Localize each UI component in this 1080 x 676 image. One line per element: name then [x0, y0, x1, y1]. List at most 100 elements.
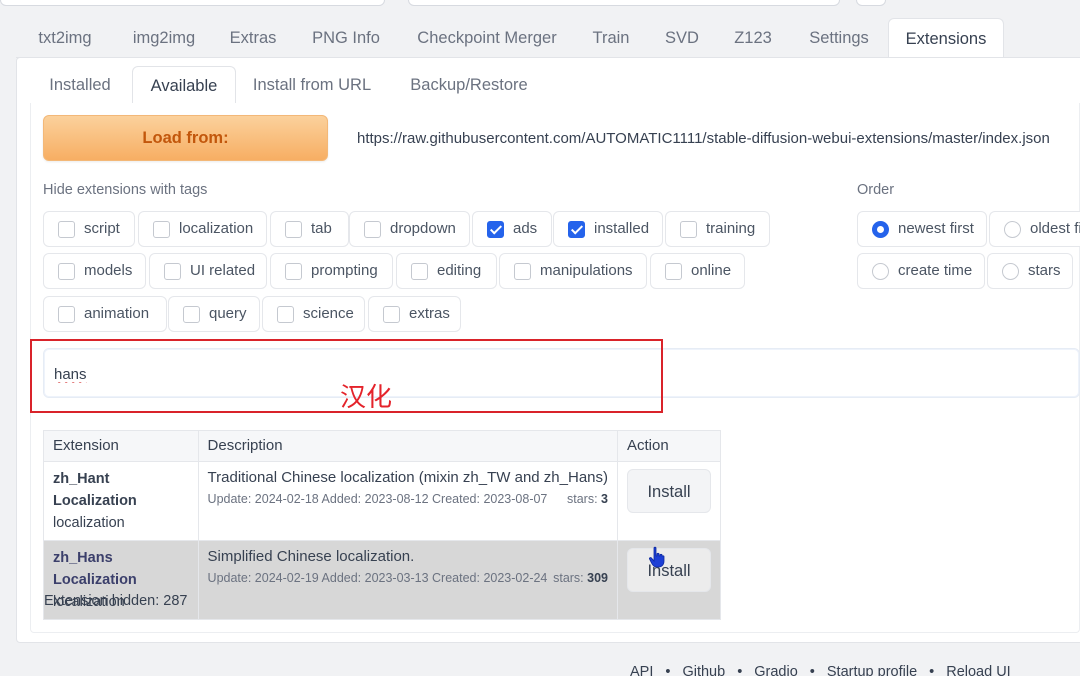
index-url-input[interactable]: [345, 115, 1080, 161]
checkbox-icon[interactable]: [665, 263, 682, 280]
tag-manipulations[interactable]: manipulations: [499, 253, 647, 289]
tab-svd[interactable]: SVD: [654, 18, 710, 58]
description-cell: Traditional Chinese localization (mixin …: [197, 461, 619, 541]
checkbox-icon[interactable]: [411, 263, 428, 280]
checkbox-checked-icon[interactable]: [487, 221, 504, 238]
tab-extras[interactable]: Extras: [219, 18, 287, 58]
order-oldest-first[interactable]: oldest first: [989, 211, 1080, 247]
footer-link-startup-profile[interactable]: Startup profile: [827, 664, 917, 676]
checkbox-icon[interactable]: [285, 263, 302, 280]
checkbox-icon[interactable]: [364, 221, 381, 238]
order-stars[interactable]: stars: [987, 253, 1073, 289]
load-from-button[interactable]: Load from:: [43, 115, 328, 161]
tab-png-info[interactable]: PNG Info: [298, 18, 394, 58]
top-strip: [0, 0, 1080, 10]
checkbox-icon[interactable]: [277, 306, 294, 323]
tab-install-from-url[interactable]: Install from URL: [242, 66, 382, 104]
radio-icon[interactable]: [872, 263, 889, 280]
tag-label: prompting: [311, 262, 378, 279]
tag-script[interactable]: script: [43, 211, 135, 247]
main-tab-bar: txt2img img2img Extras PNG Info Checkpoi…: [16, 18, 1080, 58]
tab-backup-restore[interactable]: Backup/Restore: [396, 66, 542, 104]
extension-name-link[interactable]: zh_Hant Localization: [53, 468, 189, 512]
tag-training[interactable]: training: [665, 211, 770, 247]
extension-cell: zh_Hant Localization localization: [43, 461, 199, 541]
extension-description: Traditional Chinese localization (mixin …: [207, 469, 608, 486]
install-button[interactable]: Install: [627, 548, 711, 592]
tab-extensions[interactable]: Extensions: [888, 18, 1004, 58]
tab-available[interactable]: Available: [132, 66, 236, 104]
footer-separator: •: [809, 664, 815, 676]
footer-separator: •: [665, 664, 671, 676]
tag-installed[interactable]: installed: [553, 211, 663, 247]
checkbox-icon[interactable]: [164, 263, 181, 280]
extensions-table: Extension Description Action zh_Hant Loc…: [43, 430, 721, 620]
top-input-partial[interactable]: [408, 0, 840, 6]
tag-label: models: [84, 262, 133, 279]
extension-name-link[interactable]: zh_Hans Localization: [53, 547, 189, 591]
radio-label: stars: [1028, 262, 1061, 279]
action-cell: Install: [617, 461, 721, 541]
tag-tab[interactable]: tab: [270, 211, 349, 247]
footer-link-api[interactable]: API: [630, 664, 653, 676]
checkbox-icon[interactable]: [58, 263, 75, 280]
tag-query[interactable]: query: [168, 296, 260, 332]
order-newest-first[interactable]: newest first: [857, 211, 987, 247]
radio-icon[interactable]: [1002, 263, 1019, 280]
tag-models[interactable]: models: [43, 253, 146, 289]
checkbox-checked-icon[interactable]: [568, 221, 585, 238]
checkbox-icon[interactable]: [514, 263, 531, 280]
tab-checkpoint-merger[interactable]: Checkpoint Merger: [402, 18, 572, 58]
footer-link-gradio[interactable]: Gradio: [754, 664, 798, 676]
tag-label: localization: [179, 220, 254, 237]
tag-prompting[interactable]: prompting: [270, 253, 393, 289]
tab-settings[interactable]: Settings: [796, 18, 882, 58]
checkbox-icon[interactable]: [285, 221, 302, 238]
extension-stars: stars: 309: [553, 567, 608, 589]
footer-link-reload-ui[interactable]: Reload UI: [946, 664, 1010, 676]
search-box: [43, 348, 1080, 398]
checkbox-icon[interactable]: [680, 221, 697, 238]
extension-stars: stars: 3: [567, 488, 608, 510]
checkbox-icon[interactable]: [183, 306, 200, 323]
tag-localization[interactable]: localization: [138, 211, 267, 247]
order-create-time[interactable]: create time: [857, 253, 985, 289]
footer-link-github[interactable]: Github: [682, 664, 725, 676]
checkbox-icon[interactable]: [153, 221, 170, 238]
tag-science[interactable]: science: [262, 296, 365, 332]
tag-label: ads: [513, 220, 538, 237]
column-header-action: Action: [617, 430, 721, 462]
install-button[interactable]: Install: [627, 469, 711, 513]
tab-img2img[interactable]: img2img: [116, 18, 212, 58]
tag-online[interactable]: online: [650, 253, 745, 289]
radio-selected-icon[interactable]: [872, 221, 889, 238]
tab-installed[interactable]: Installed: [34, 66, 126, 104]
tag-ui-related[interactable]: UI related: [149, 253, 267, 289]
sub-tab-bar: Installed Available Install from URL Bac…: [30, 66, 1080, 104]
checkbox-icon[interactable]: [58, 306, 75, 323]
tab-txt2img[interactable]: txt2img: [20, 18, 110, 58]
tag-dropdown[interactable]: dropdown: [349, 211, 470, 247]
table-header-row: Extension Description Action: [43, 430, 721, 462]
tag-animation[interactable]: animation: [43, 296, 167, 332]
top-button-partial[interactable]: [856, 0, 886, 6]
tag-label: script: [84, 220, 120, 237]
tag-editing[interactable]: editing: [396, 253, 497, 289]
tag-label: query: [209, 305, 247, 322]
tag-ads[interactable]: ads: [472, 211, 552, 247]
tag-extras[interactable]: extras: [368, 296, 461, 332]
radio-icon[interactable]: [1004, 221, 1021, 238]
tag-label: manipulations: [540, 262, 633, 279]
top-input-partial[interactable]: [0, 0, 385, 6]
footer-links: API • Github • Gradio • Startup profile • Reload…: [630, 664, 1011, 676]
checkbox-icon[interactable]: [58, 221, 75, 238]
tab-train[interactable]: Train: [582, 18, 640, 58]
extension-dates: Update: 2024-02-19 Added: 2023-03-13 Cre…: [207, 571, 548, 585]
tag-label: installed: [594, 220, 650, 237]
checkbox-icon[interactable]: [383, 306, 400, 323]
radio-label: newest first: [898, 220, 974, 237]
footer-separator: •: [929, 664, 935, 676]
stars-label: stars:: [567, 492, 598, 506]
tab-z123[interactable]: Z123: [722, 18, 784, 58]
tag-label: science: [303, 305, 354, 322]
